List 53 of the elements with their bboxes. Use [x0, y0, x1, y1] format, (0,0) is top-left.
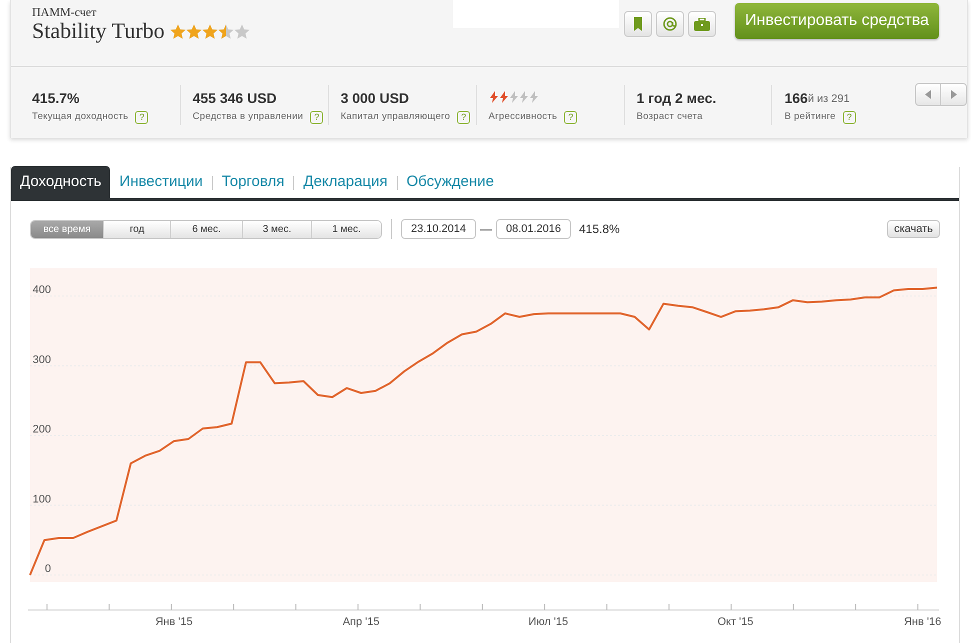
- bookmark-icon: [633, 17, 643, 31]
- y-axis-label: 100: [32, 493, 51, 506]
- x-axis-label: Янв '15: [155, 616, 193, 628]
- download-button[interactable]: скачать: [887, 220, 940, 238]
- tab[interactable]: Доходность: [11, 166, 110, 200]
- left-arrow-icon: [925, 90, 932, 99]
- stat-value: 166: [784, 89, 808, 107]
- stat-value: 3 000 USD: [340, 89, 410, 107]
- stat-value: 1 год 2 мес.: [636, 89, 716, 107]
- period-return: 415.8%: [579, 221, 620, 238]
- invest-button[interactable]: Инвестировать средства: [735, 3, 939, 39]
- date-from-field[interactable]: 23.10.2014: [401, 219, 476, 239]
- stat-label: Агрессивность: [488, 110, 558, 124]
- period-tab[interactable]: 6 мес.: [170, 220, 242, 238]
- x-axis-label: Июл '15: [528, 616, 568, 628]
- tab[interactable]: Инвестиции: [110, 166, 212, 200]
- briefcase-icon: [694, 18, 710, 30]
- tab[interactable]: Декларация: [294, 166, 397, 200]
- help-icon[interactable]: ?: [842, 110, 856, 124]
- at-sign-icon: [663, 17, 677, 31]
- x-axis-label: Янв '16: [904, 616, 942, 628]
- briefcase-button[interactable]: [688, 11, 716, 37]
- stat-label: Текущая доходность: [32, 110, 128, 124]
- x-axis-label: Апр '15: [342, 616, 380, 628]
- date-to-field[interactable]: 08.01.2016: [496, 219, 571, 239]
- account-type: ПАММ-счет: [32, 6, 98, 19]
- right-arrow-icon: [950, 90, 957, 99]
- help-icon[interactable]: ?: [310, 110, 324, 124]
- period-tab[interactable]: год: [103, 220, 170, 238]
- tab[interactable]: Обсуждение: [398, 166, 503, 200]
- stat-value: 455 346 USD: [192, 89, 277, 107]
- stat-value: 415.7%: [32, 89, 80, 107]
- stat-label: Средства в управлении: [192, 110, 304, 124]
- period-tab[interactable]: все время: [31, 220, 103, 238]
- x-axis-label: Окт '15: [717, 616, 754, 628]
- stat-label: В рейтинге: [784, 110, 836, 124]
- y-axis-label: 200: [32, 424, 51, 436]
- stat-suffix: й из 291: [808, 92, 850, 107]
- y-axis-label: 0: [44, 563, 51, 575]
- stat-label: Возраст счета: [636, 110, 703, 124]
- account-name: Stability Turbo: [32, 19, 165, 43]
- email-button[interactable]: [656, 11, 684, 37]
- bookmark-button[interactable]: [624, 11, 652, 37]
- period-tab[interactable]: 1 мес.: [311, 220, 381, 238]
- help-icon[interactable]: ?: [457, 110, 470, 124]
- help-icon[interactable]: ?: [135, 110, 148, 124]
- stat-label: Капитал управляющего: [340, 110, 450, 124]
- period-tab[interactable]: 3 мес.: [242, 220, 311, 238]
- date-separator: —: [480, 221, 492, 238]
- y-axis-label: 300: [32, 354, 51, 366]
- help-icon[interactable]: ?: [564, 110, 578, 124]
- tab[interactable]: Торговля: [212, 166, 294, 200]
- y-axis-label: 400: [32, 284, 51, 296]
